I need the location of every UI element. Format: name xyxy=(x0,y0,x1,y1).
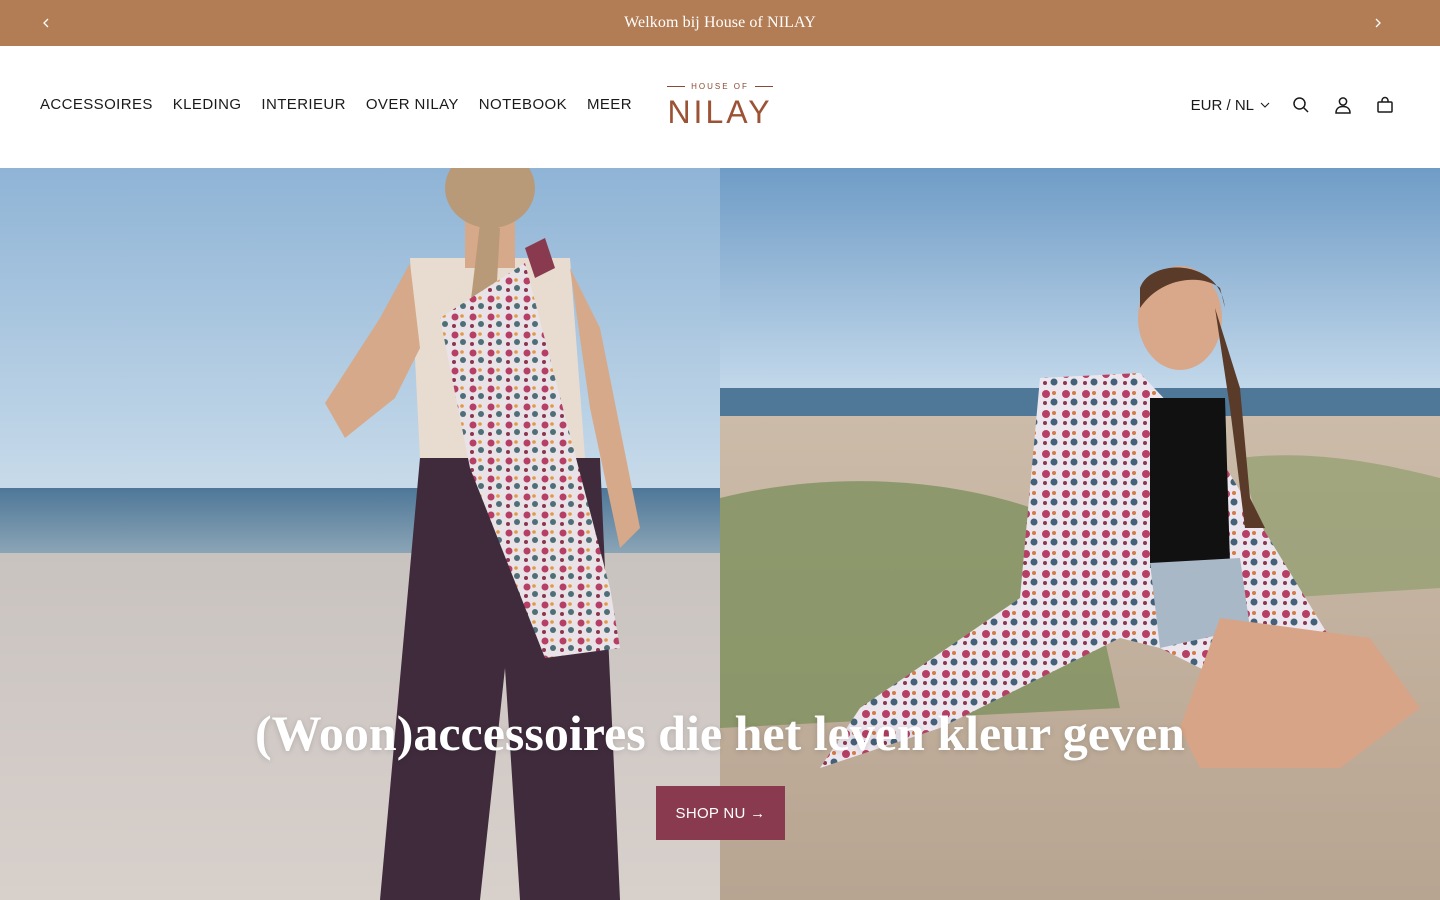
search-button[interactable] xyxy=(1290,94,1312,116)
header-actions: EUR / NL xyxy=(1191,94,1396,116)
account-button[interactable] xyxy=(1332,94,1354,116)
logo-subtitle: HOUSE OF xyxy=(691,82,749,91)
nav-item-over-nilay[interactable]: OVER NILAY xyxy=(366,96,459,113)
locale-label: EUR / NL xyxy=(1190,96,1254,114)
hero-banner: (Woon)accessoires die het leven kleur ge… xyxy=(0,168,1440,900)
nav-item-kleding[interactable]: KLEDING xyxy=(173,96,242,113)
hero-photo-yoga-bag xyxy=(0,168,720,900)
hero-title: (Woon)accessoires die het leven kleur ge… xyxy=(255,705,1185,761)
nav-item-accessoires[interactable]: ACCESSOIRES xyxy=(40,96,153,113)
logo-divider xyxy=(754,86,773,87)
announcement-next-button[interactable] xyxy=(1368,13,1388,33)
chevron-right-icon xyxy=(1375,18,1381,28)
shop-now-button[interactable]: SHOP NU → xyxy=(656,786,785,840)
nav-item-meer[interactable]: MEER xyxy=(587,96,632,113)
chevron-left-icon xyxy=(43,18,49,28)
announcement-bar: Welkom bij House of NILAY xyxy=(0,0,1440,46)
locale-selector[interactable]: EUR / NL xyxy=(1191,97,1270,114)
hero-image-right xyxy=(720,168,1440,900)
hero-photo-kimono xyxy=(720,168,1440,900)
cart-button[interactable] xyxy=(1374,94,1396,116)
site-header: ACCESSOIRES KLEDING INTERIEUR OVER NILAY… xyxy=(0,46,1440,168)
cart-icon xyxy=(1377,96,1393,113)
announcement-prev-button[interactable] xyxy=(36,13,56,33)
main-nav: ACCESSOIRES KLEDING INTERIEUR OVER NILAY… xyxy=(40,96,632,113)
announcement-text: Welkom bij House of NILAY xyxy=(624,14,816,31)
site-logo[interactable]: HOUSE OF NILAY xyxy=(664,82,776,130)
hero-image-left xyxy=(0,168,720,900)
logo-divider xyxy=(667,86,686,87)
chevron-down-icon xyxy=(1260,102,1270,108)
account-icon xyxy=(1335,97,1351,114)
nav-item-interieur[interactable]: INTERIEUR xyxy=(261,96,345,113)
search-icon xyxy=(1293,97,1309,113)
nav-item-notebook[interactable]: NOTEBOOK xyxy=(479,96,567,113)
logo-wordmark: NILAY xyxy=(667,94,773,130)
